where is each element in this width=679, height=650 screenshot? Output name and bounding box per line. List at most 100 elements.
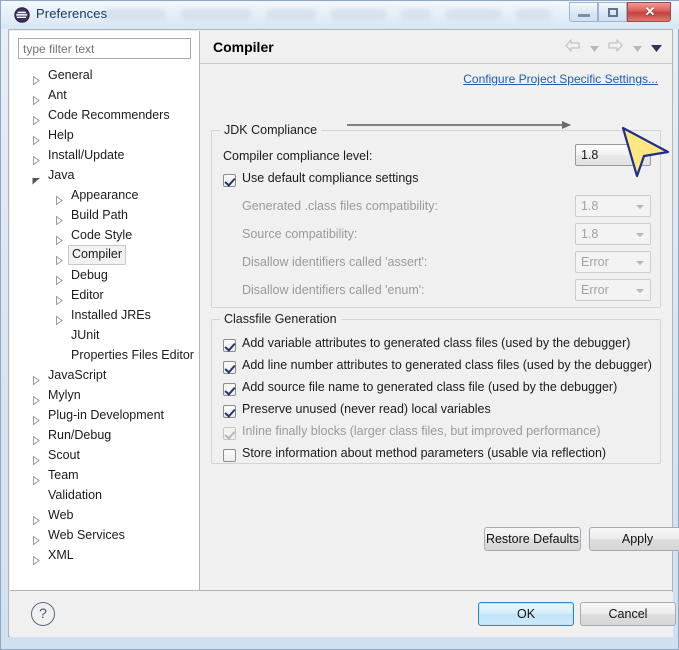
sidebar-item-code-style[interactable]: Code Style bbox=[10, 225, 199, 246]
chevron-right-icon[interactable] bbox=[32, 111, 41, 126]
sidebar-item-build-path[interactable]: Build Path bbox=[10, 205, 199, 226]
sidebar-item-code-recommenders[interactable]: Code Recommenders bbox=[10, 105, 199, 126]
jdk-row-label: Disallow identifiers called 'assert': bbox=[242, 255, 428, 269]
chevron-down-icon bbox=[636, 261, 644, 265]
sidebar-item-team[interactable]: Team bbox=[10, 465, 199, 486]
back-dropdown-icon[interactable] bbox=[589, 39, 599, 57]
classfile-option-label: Store information about method parameter… bbox=[242, 446, 607, 460]
chevron-down-icon bbox=[636, 233, 644, 237]
back-arrow-icon[interactable] bbox=[565, 39, 580, 57]
ok-button[interactable]: OK bbox=[478, 602, 574, 626]
help-icon[interactable]: ? bbox=[31, 602, 55, 626]
classfile-generation-group-title: Classfile Generation bbox=[220, 312, 341, 326]
sidebar-item-xml[interactable]: XML bbox=[10, 545, 199, 566]
view-menu-icon[interactable] bbox=[651, 39, 662, 57]
chevron-right-icon[interactable] bbox=[55, 311, 64, 326]
jdk-row-combo: 1.8 bbox=[575, 195, 651, 217]
jdk-row-combo-value: 1.8 bbox=[581, 227, 599, 241]
chevron-right-icon[interactable] bbox=[32, 71, 41, 86]
chevron-right-icon[interactable] bbox=[55, 291, 64, 306]
sidebar-item-general[interactable]: General bbox=[10, 65, 199, 86]
close-button[interactable]: ✕ bbox=[627, 2, 671, 22]
sidebar-item-appearance[interactable]: Appearance bbox=[10, 185, 199, 206]
forward-dropdown-icon[interactable] bbox=[632, 39, 642, 57]
classfile-option-checkbox bbox=[223, 427, 236, 440]
preferences-window: Preferences ✕ General Ant Code Recommender… bbox=[0, 0, 679, 650]
chevron-right-icon[interactable] bbox=[55, 271, 64, 286]
chevron-right-icon[interactable] bbox=[55, 211, 64, 226]
jdk-row-combo-value: Error bbox=[581, 283, 609, 297]
sidebar-item-junit[interactable]: JUnit bbox=[10, 325, 199, 345]
chevron-right-icon[interactable] bbox=[32, 91, 41, 106]
chevron-right-icon[interactable] bbox=[55, 191, 64, 206]
chevron-right-icon[interactable] bbox=[55, 231, 64, 246]
sidebar-item-editor[interactable]: Editor bbox=[10, 285, 199, 306]
sidebar-item-java[interactable]: Java bbox=[10, 165, 199, 185]
apply-button[interactable]: Apply bbox=[589, 527, 679, 551]
use-default-compliance-label: Use default compliance settings bbox=[242, 171, 419, 185]
chevron-right-icon[interactable] bbox=[32, 451, 41, 466]
sidebar-item-validation[interactable]: Validation bbox=[10, 485, 199, 505]
sidebar-item-label: Code Style bbox=[71, 228, 133, 242]
chevron-right-icon[interactable] bbox=[32, 131, 41, 146]
forward-arrow-icon[interactable] bbox=[608, 39, 623, 57]
use-default-compliance-checkbox[interactable] bbox=[223, 174, 236, 187]
jdk-row-label: Generated .class files compatibility: bbox=[242, 199, 438, 213]
classfile-option-checkbox[interactable] bbox=[223, 339, 236, 352]
jdk-compliance-group-title: JDK Compliance bbox=[220, 123, 322, 137]
classfile-option-checkbox[interactable] bbox=[223, 405, 236, 418]
sidebar-item-label: Run/Debug bbox=[48, 428, 112, 442]
chevron-right-icon[interactable] bbox=[32, 371, 41, 386]
jdk-row-combo-value: Error bbox=[581, 255, 609, 269]
sidebar-item-web-services[interactable]: Web Services bbox=[10, 525, 199, 546]
restore-defaults-button[interactable]: Restore Defaults bbox=[484, 527, 581, 551]
minimize-icon bbox=[578, 14, 590, 17]
classfile-option-checkbox[interactable] bbox=[223, 361, 236, 374]
sidebar-item-label: Code Recommenders bbox=[48, 108, 170, 122]
sidebar-item-ant[interactable]: Ant bbox=[10, 85, 199, 106]
classfile-option-label: Inline finally blocks (larger class file… bbox=[242, 424, 601, 438]
jdk-compliance-group: JDK Compliance Compiler compliance level… bbox=[211, 123, 661, 308]
classfile-option-checkbox[interactable] bbox=[223, 449, 236, 462]
sidebar-item-label: Plug-in Development bbox=[48, 408, 165, 422]
minimize-button[interactable] bbox=[569, 2, 598, 22]
chevron-right-icon[interactable] bbox=[32, 551, 41, 566]
chevron-right-icon[interactable] bbox=[32, 391, 41, 406]
chevron-right-icon[interactable] bbox=[32, 151, 41, 166]
sidebar-item-help[interactable]: Help bbox=[10, 125, 199, 146]
sidebar-item-scout[interactable]: Scout bbox=[10, 445, 199, 466]
classfile-option-checkbox[interactable] bbox=[223, 383, 236, 396]
sidebar-item-install-update[interactable]: Install/Update bbox=[10, 145, 199, 166]
sidebar-item-run-debug[interactable]: Run/Debug bbox=[10, 425, 199, 446]
chevron-right-icon[interactable] bbox=[32, 471, 41, 486]
chevron-right-icon[interactable] bbox=[55, 251, 64, 266]
sidebar-item-debug[interactable]: Debug bbox=[10, 265, 199, 286]
chevron-right-icon[interactable] bbox=[32, 511, 41, 526]
sidebar-item-installed-jres[interactable]: Installed JREs bbox=[10, 305, 199, 326]
classfile-option-label: Preserve unused (never read) local varia… bbox=[242, 402, 491, 416]
compliance-level-combo[interactable]: 1.8 bbox=[575, 144, 651, 166]
cancel-button[interactable]: Cancel bbox=[580, 602, 676, 626]
configure-project-specific-settings-link[interactable]: Configure Project Specific Settings... bbox=[463, 72, 658, 86]
sidebar-item-javascript[interactable]: JavaScript bbox=[10, 365, 199, 386]
sidebar-item-web[interactable]: Web bbox=[10, 505, 199, 526]
sidebar-item-label: Team bbox=[48, 468, 79, 482]
sidebar-item-properties-files-editor[interactable]: Properties Files Editor bbox=[10, 345, 199, 365]
background-ghost-text bbox=[446, 9, 501, 20]
sidebar-item-plug-in-development[interactable]: Plug-in Development bbox=[10, 405, 199, 426]
sidebar-item-compiler[interactable]: Compiler bbox=[10, 245, 199, 266]
maximize-button[interactable] bbox=[598, 2, 627, 22]
compiler-preference-page: Compiler Configure Project Specific Sett… bbox=[200, 31, 679, 591]
chevron-right-icon[interactable] bbox=[32, 431, 41, 446]
sidebar-item-label: Validation bbox=[48, 488, 102, 502]
chevron-right-icon[interactable] bbox=[32, 411, 41, 426]
sidebar-item-mylyn[interactable]: Mylyn bbox=[10, 385, 199, 406]
sidebar-item-label: Build Path bbox=[71, 208, 128, 222]
preferences-tree[interactable]: General Ant Code Recommenders Help Install/U… bbox=[10, 65, 199, 589]
chevron-right-icon[interactable] bbox=[32, 531, 41, 546]
filter-input[interactable] bbox=[18, 38, 191, 59]
compliance-level-value: 1.8 bbox=[581, 148, 599, 162]
jdk-row-combo: 1.8 bbox=[575, 223, 651, 245]
sidebar-item-label: Ant bbox=[48, 88, 67, 102]
chevron-down-icon[interactable] bbox=[32, 171, 41, 185]
